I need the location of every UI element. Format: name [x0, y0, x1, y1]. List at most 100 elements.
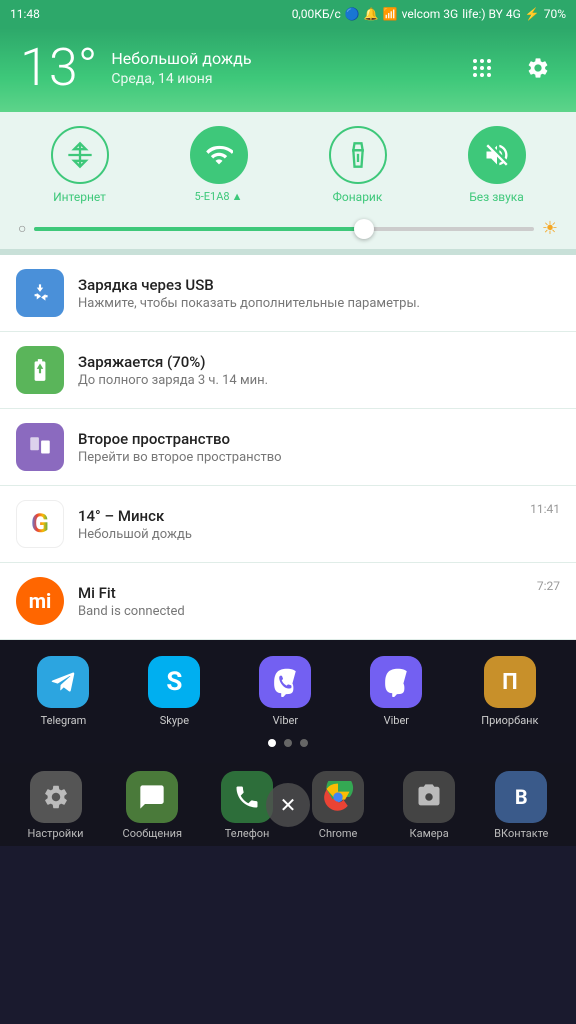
notif-mifit-title: Mi Fit: [78, 584, 523, 602]
dot-3: [300, 739, 308, 747]
brightness-slider-row: ○ ☀: [10, 218, 566, 239]
dock-camera[interactable]: Камера: [403, 771, 455, 840]
messages-dock-label: Сообщения: [123, 827, 182, 840]
weather-action-icons: [464, 50, 556, 86]
app-viber2[interactable]: Viber: [370, 656, 422, 727]
dot-1: [268, 739, 276, 747]
weather-date: Среда, 14 июня: [111, 71, 251, 87]
telegram-label: Telegram: [41, 714, 87, 727]
close-icon: ✕: [280, 793, 297, 817]
notif-dual-title: Второе пространство: [78, 430, 560, 448]
camera-dock-label: Камера: [410, 827, 449, 840]
battery-level: 70%: [544, 7, 566, 21]
notif-google-content: 14° – Минск Небольшой дождь: [78, 507, 516, 542]
quick-settings-panel: Интернет 5-E1A8 ▲ Фонарик: [0, 112, 576, 249]
internet-label: Интернет: [53, 190, 106, 204]
chrome-dock-icon: [312, 771, 364, 823]
weather-description: Небольшой дождь: [111, 49, 251, 68]
notif-mifit-content: Mi Fit Band is connected: [78, 584, 523, 619]
dot-2: [284, 739, 292, 747]
brightness-low-icon: ○: [18, 220, 26, 237]
notification-google[interactable]: G 14° – Минск Небольшой дождь 11:41: [0, 486, 576, 563]
weather-details: Небольшой дождь Среда, 14 июня: [111, 49, 251, 87]
dock-messages[interactable]: Сообщения: [123, 771, 182, 840]
apps-button[interactable]: [464, 50, 500, 86]
dock-chrome[interactable]: Chrome: [312, 771, 364, 840]
notif-google-time: 11:41: [530, 502, 560, 516]
notif-battery-desc: До полного заряда 3 ч. 14 мин.: [78, 373, 560, 388]
chrome-dock-label: Chrome: [319, 827, 358, 840]
google-icon: G: [16, 500, 64, 548]
settings-dock-icon: [30, 771, 82, 823]
status-bar: 11:48 0,00КБ/с 🔵 🔔 📶 velcom 3G life:) BY…: [0, 0, 576, 28]
notif-battery-title: Заряжается (70%): [78, 353, 560, 371]
status-bar-left: 11:48: [10, 7, 40, 21]
priorbank-label: Приорбанк: [481, 714, 538, 727]
flashlight-icon: [329, 126, 387, 184]
notification-mifit[interactable]: mi Mi Fit Band is connected 7:27: [0, 563, 576, 640]
silent-label: Без звука: [469, 190, 524, 204]
close-drawer-button[interactable]: ✕: [266, 783, 310, 827]
notification-dual[interactable]: Второе пространство Перейти во второе пр…: [0, 409, 576, 486]
priorbank-icon: П: [484, 656, 536, 708]
wifi-toggle-icon: [190, 126, 248, 184]
brightness-fill: [34, 227, 364, 231]
bluetooth-icon: 🔵: [345, 7, 360, 21]
toggle-flashlight[interactable]: Фонарик: [329, 126, 387, 204]
app-telegram[interactable]: Telegram: [37, 656, 89, 727]
notif-usb-desc: Нажмите, чтобы показать дополнительные п…: [78, 296, 560, 311]
settings-button[interactable]: [520, 50, 556, 86]
phone-dock-label: Телефон: [225, 827, 270, 840]
dock-settings[interactable]: Настройки: [28, 771, 84, 840]
internet-icon: [51, 126, 109, 184]
phone-dock-icon: [221, 771, 273, 823]
toggle-wifi[interactable]: 5-E1A8 ▲: [190, 126, 248, 203]
brightness-track[interactable]: [34, 227, 533, 231]
notif-dual-desc: Перейти во второе пространство: [78, 450, 560, 465]
telegram-icon: [37, 656, 89, 708]
status-time: 11:48: [10, 7, 40, 21]
toggle-silent[interactable]: Без звука: [468, 126, 526, 204]
skype-icon: S: [148, 656, 200, 708]
quick-toggles: Интернет 5-E1A8 ▲ Фонарик: [10, 126, 566, 204]
carrier1: velcom 3G: [402, 7, 459, 21]
notif-mifit-time: 7:27: [537, 579, 560, 593]
weather-info: 13° Небольшой дождь Среда, 14 июня: [20, 42, 252, 94]
silent-icon: [468, 126, 526, 184]
toggle-internet[interactable]: Интернет: [51, 126, 109, 204]
mute-icon: 🔔: [364, 7, 379, 21]
carrier2: life:) BY 4G: [462, 7, 521, 21]
bottom-bar: ✕ Настройки Сообщения: [0, 763, 576, 846]
viber2-label: Viber: [384, 714, 409, 727]
brightness-high-icon: ☀: [542, 218, 558, 239]
page-dots: [0, 739, 576, 747]
notif-google-desc: Небольшой дождь: [78, 527, 516, 542]
notification-battery[interactable]: Заряжается (70%) До полного заряда 3 ч. …: [0, 332, 576, 409]
usb-icon: [16, 269, 64, 317]
weather-header: 13° Небольшой дождь Среда, 14 июня: [0, 28, 576, 112]
notif-dual-content: Второе пространство Перейти во второе пр…: [78, 430, 560, 465]
app-skype[interactable]: S Skype: [148, 656, 200, 727]
dual-space-icon: [16, 423, 64, 471]
app-row: Telegram S Skype Viber Viber: [0, 656, 576, 727]
settings-dock-label: Настройки: [28, 827, 84, 840]
wifi-label: 5-E1A8 ▲: [195, 190, 243, 203]
mifit-icon: mi: [16, 577, 64, 625]
app-viber1[interactable]: Viber: [259, 656, 311, 727]
viber1-icon: [259, 656, 311, 708]
temperature: 13°: [20, 42, 97, 94]
notif-google-title: 14° – Минск: [78, 507, 516, 525]
battery-icon: [16, 346, 64, 394]
app-priorbank[interactable]: П Приорбанк: [481, 656, 538, 727]
dock-vk[interactable]: В ВКонтакте: [494, 771, 548, 840]
notifications-panel: Зарядка через USB Нажмите, чтобы показат…: [0, 255, 576, 640]
status-bar-right: 0,00КБ/с 🔵 🔔 📶 velcom 3G life:) BY 4G ⚡ …: [292, 7, 566, 21]
vk-dock-label: ВКонтакте: [494, 827, 548, 840]
skype-label: Skype: [160, 714, 189, 727]
messages-dock-icon: [126, 771, 178, 823]
camera-dock-icon: [403, 771, 455, 823]
data-speed: 0,00КБ/с: [292, 7, 341, 21]
brightness-thumb[interactable]: [354, 219, 374, 239]
viber2-icon: [370, 656, 422, 708]
notification-usb[interactable]: Зарядка через USB Нажмите, чтобы показат…: [0, 255, 576, 332]
